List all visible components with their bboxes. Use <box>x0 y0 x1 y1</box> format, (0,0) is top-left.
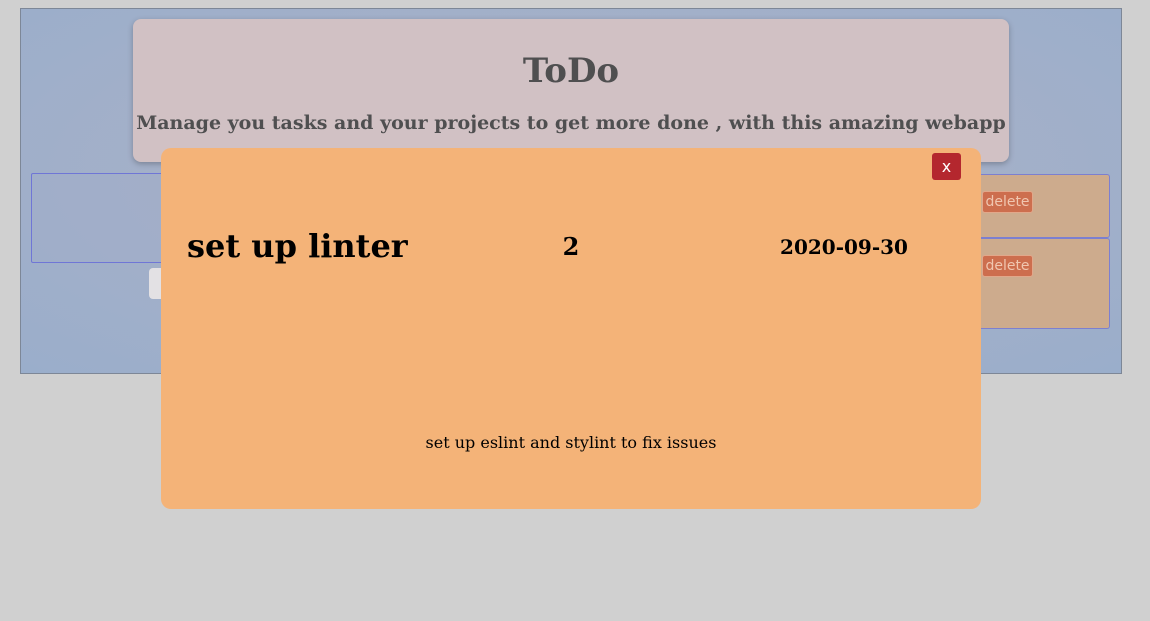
task-row[interactable]: delete <box>960 238 1110 329</box>
page-title: ToDo <box>522 51 620 91</box>
task-description: set up eslint and stylint to fix issues <box>425 433 717 452</box>
close-modal-button[interactable]: x <box>932 153 961 180</box>
header-card: ToDo Manage you tasks and your projects … <box>133 19 1009 162</box>
task-priority: 2 <box>562 232 580 261</box>
task-detail-modal: x set up linter 2 2020-09-30 set up esli… <box>161 148 981 509</box>
project-form[interactable] <box>31 173 173 263</box>
task-row[interactable]: delete <box>960 174 1110 238</box>
task-title: set up linter <box>187 227 408 265</box>
page-subtitle: Manage you tasks and your projects to ge… <box>136 112 1006 134</box>
task-due-date: 2020-09-30 <box>780 235 908 259</box>
delete-task-button[interactable]: delete <box>982 255 1033 277</box>
delete-task-button[interactable]: delete <box>982 191 1033 213</box>
